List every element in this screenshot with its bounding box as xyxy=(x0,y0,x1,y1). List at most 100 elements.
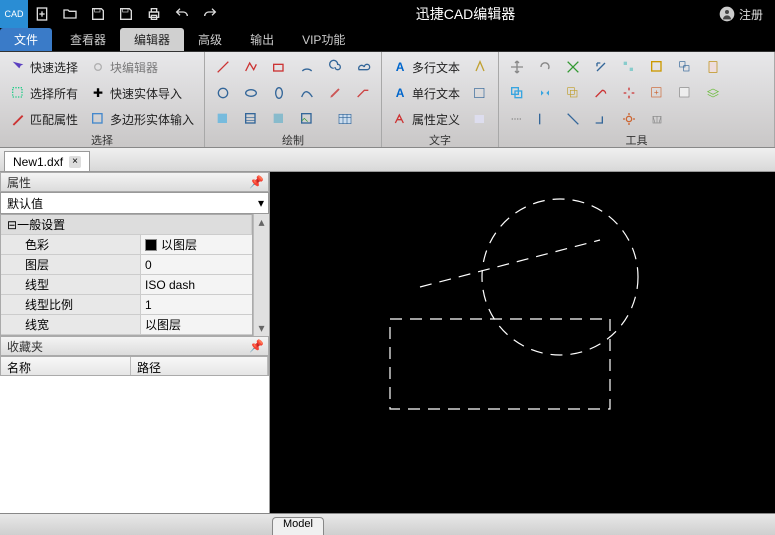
favorites-col-path[interactable]: 路径 xyxy=(131,357,268,375)
ellipse2-tool-icon[interactable] xyxy=(267,82,291,104)
block-tool-icon[interactable] xyxy=(645,56,669,78)
prop-row-layer[interactable]: 图层0 xyxy=(1,255,252,275)
properties-grid: ⊟ 一般设置 色彩以图层 图层0 线型ISO dash 线型比例1 线宽以图层 xyxy=(0,214,253,336)
prop-row-color[interactable]: 色彩以图层 xyxy=(1,235,252,255)
layer-tool-icon[interactable] xyxy=(701,82,725,104)
prop-category-general[interactable]: ⊟ 一般设置 xyxy=(1,215,252,235)
ribbon-text-label: 文字 xyxy=(388,130,492,148)
redo-icon[interactable] xyxy=(198,2,222,26)
fast-entity-import-button[interactable]: ✚快速实体导入 xyxy=(86,82,186,104)
text-attr-icon[interactable] xyxy=(468,108,492,130)
pen-tool-icon[interactable] xyxy=(323,82,347,104)
ribbon-tools-label: 工具 xyxy=(505,130,768,148)
rect-tool-icon[interactable] xyxy=(267,56,291,78)
hatch2-tool-icon[interactable] xyxy=(239,108,263,130)
rotate-tool-icon[interactable] xyxy=(533,56,557,78)
array-tool-icon[interactable] xyxy=(617,56,641,78)
register-button[interactable]: 注册 xyxy=(707,6,775,23)
select-all-button[interactable]: 选择所有 xyxy=(6,82,82,104)
tab-file[interactable]: 文件 xyxy=(0,28,52,51)
favorites-columns: 名称 路径 xyxy=(0,356,269,376)
insert-tool-icon[interactable] xyxy=(645,82,669,104)
quick-select-button[interactable]: 快速选择 xyxy=(6,56,82,78)
raster-tool-icon[interactable] xyxy=(673,82,697,104)
line-tool-icon[interactable] xyxy=(211,56,235,78)
polygon-entity-input-button[interactable]: 多边形实体输入 xyxy=(86,108,198,130)
tab-advanced[interactable]: 高级 xyxy=(184,28,236,51)
mtext-button[interactable]: A多行文本 xyxy=(388,56,464,78)
tab-editor[interactable]: 编辑器 xyxy=(120,28,184,51)
arc-tool-icon[interactable] xyxy=(295,56,319,78)
trim-tool-icon[interactable] xyxy=(561,56,585,78)
properties-selector[interactable]: 默认值 ▾ xyxy=(0,192,269,214)
move-tool-icon[interactable] xyxy=(505,56,529,78)
fillet-tool-icon[interactable] xyxy=(589,82,613,104)
spline-tool-icon[interactable] xyxy=(295,82,319,104)
cloud-tool-icon[interactable] xyxy=(351,56,375,78)
color-swatch-icon xyxy=(145,239,157,251)
menu-tabs: 文件 查看器 编辑器 高级 输出 VIP功能 xyxy=(0,28,775,52)
title-bar: CAD 迅捷CAD编辑器 注册 xyxy=(0,0,775,28)
prop-row-lineweight[interactable]: 线宽以图层 xyxy=(1,315,252,335)
app-title: 迅捷CAD编辑器 xyxy=(224,4,707,24)
extend-tool-icon[interactable] xyxy=(533,108,557,130)
stretch-tool-icon[interactable] xyxy=(505,108,529,130)
match-props-button[interactable]: 匹配属性 xyxy=(6,108,82,130)
drawing-content xyxy=(270,172,775,513)
layout-tab-bar: Model xyxy=(0,513,775,535)
tab-vip[interactable]: VIP功能 xyxy=(288,28,359,51)
tab-output[interactable]: 输出 xyxy=(236,28,288,51)
stext-button[interactable]: A单行文本 xyxy=(388,82,464,104)
hatch-tool-icon[interactable] xyxy=(211,108,235,130)
image-tool-icon[interactable] xyxy=(295,108,319,130)
ribbon-group-draw: 绘制 xyxy=(205,52,382,147)
favorites-col-name[interactable]: 名称 xyxy=(1,357,131,375)
close-icon[interactable]: × xyxy=(69,156,81,168)
drawing-canvas[interactable] xyxy=(270,172,775,513)
polyline-tool-icon[interactable] xyxy=(239,56,263,78)
tab-viewer[interactable]: 查看器 xyxy=(56,28,120,51)
prop-row-ltscale[interactable]: 线型比例1 xyxy=(1,295,252,315)
scroll-down-icon[interactable]: ▾ xyxy=(254,320,269,336)
text-find-icon[interactable] xyxy=(468,82,492,104)
user-icon xyxy=(719,6,735,22)
offset-tool-icon[interactable] xyxy=(561,82,585,104)
save-icon[interactable] xyxy=(86,2,110,26)
pin-icon[interactable]: 📌 xyxy=(249,175,264,189)
prop-row-linetype[interactable]: 线型ISO dash xyxy=(1,275,252,295)
trim2-tool-icon[interactable] xyxy=(561,108,585,130)
corner-tool-icon[interactable] xyxy=(589,108,613,130)
open-file-icon[interactable] xyxy=(58,2,82,26)
favorites-panel-header[interactable]: 收藏夹 📌 xyxy=(0,336,269,356)
new-file-icon[interactable] xyxy=(30,2,54,26)
scroll-up-icon[interactable]: ▴ xyxy=(254,214,269,230)
place-tool-icon[interactable] xyxy=(673,56,697,78)
copy-tool-icon[interactable] xyxy=(505,82,529,104)
block-editor-button[interactable]: 块编辑器 xyxy=(86,56,162,78)
undo-icon[interactable] xyxy=(170,2,194,26)
attdef-button[interactable]: 属性定义 xyxy=(388,108,464,130)
table-tool-icon[interactable] xyxy=(333,108,357,130)
gradient-tool-icon[interactable] xyxy=(267,108,291,130)
model-tab[interactable]: Model xyxy=(272,517,324,535)
leader-tool-icon[interactable] xyxy=(351,82,375,104)
gear-tool-icon[interactable] xyxy=(617,108,641,130)
print-icon[interactable] xyxy=(142,2,166,26)
properties-scrollbar[interactable]: ▴ ▾ xyxy=(253,214,269,336)
ellipse-tool-icon[interactable] xyxy=(239,82,263,104)
document-tab-bar: New1.dxf × xyxy=(0,148,775,172)
spiral-tool-icon[interactable] xyxy=(323,56,347,78)
scale-tool-icon[interactable] xyxy=(589,56,613,78)
erase-tool-icon[interactable] xyxy=(645,108,669,130)
properties-panel-header[interactable]: 属性 📌 xyxy=(0,172,269,192)
text-style-icon[interactable] xyxy=(468,56,492,78)
left-panels: 属性 📌 默认值 ▾ ⊟ 一般设置 色彩以图层 图层0 线型ISO dash 线… xyxy=(0,172,270,513)
paste-tool-icon[interactable] xyxy=(701,56,725,78)
circle-tool-icon[interactable] xyxy=(211,82,235,104)
saveas-icon[interactable] xyxy=(114,2,138,26)
explode-tool-icon[interactable] xyxy=(617,82,641,104)
ribbon-group-select: 快速选择 块编辑器 选择所有 ✚快速实体导入 匹配属性 多边形实体输入 选择 xyxy=(0,52,205,147)
mirror-tool-icon[interactable] xyxy=(533,82,557,104)
document-tab[interactable]: New1.dxf × xyxy=(4,151,90,171)
pin-icon[interactable]: 📌 xyxy=(249,339,264,353)
